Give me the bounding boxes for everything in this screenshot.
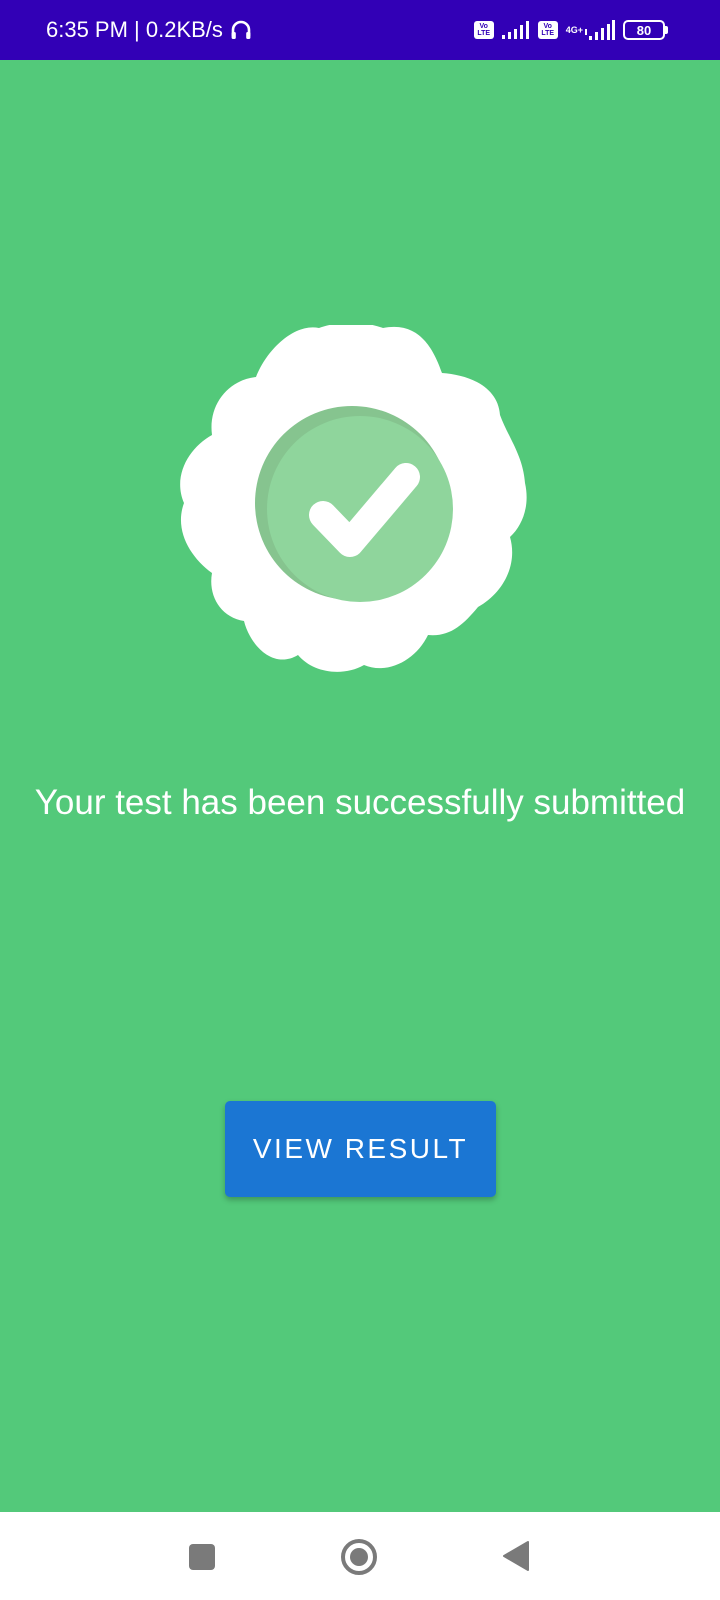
headphones-icon bbox=[231, 20, 251, 39]
status-right: Vo LTE Vo LTE 4G+ 80 bbox=[473, 20, 668, 40]
navigation-bar bbox=[0, 1512, 720, 1600]
verified-check-badge-icon bbox=[180, 325, 527, 672]
back-icon[interactable] bbox=[502, 1540, 530, 1572]
volte-top-text: Vo bbox=[543, 23, 552, 30]
battery-level: 80 bbox=[623, 20, 665, 40]
signal-icon bbox=[501, 21, 529, 39]
badge-circle bbox=[267, 416, 453, 602]
recent-apps-icon[interactable] bbox=[189, 1544, 215, 1570]
volte-bottom-text: LTE bbox=[477, 30, 491, 37]
success-screen: Your test has been successfully submitte… bbox=[0, 60, 720, 1512]
volte-icon: Vo LTE bbox=[473, 21, 494, 39]
volte-bottom-text: LTE bbox=[541, 30, 555, 37]
signal-icon bbox=[585, 20, 615, 40]
status-left: 6:35 PM | 0.2KB/s bbox=[46, 17, 253, 43]
network-type: 4G+ bbox=[565, 25, 583, 35]
success-message: Your test has been successfully submitte… bbox=[34, 783, 686, 822]
volte-icon: Vo LTE bbox=[537, 21, 558, 39]
battery-icon: 80 bbox=[623, 20, 668, 40]
view-result-button[interactable]: VIEW RESULT bbox=[225, 1101, 496, 1197]
status-bar: 6:35 PM | 0.2KB/s Vo LTE Vo LTE 4G+ 80 bbox=[0, 0, 720, 60]
volte-top-text: Vo bbox=[479, 23, 488, 30]
home-icon[interactable] bbox=[339, 1537, 379, 1577]
status-time: 6:35 PM | 0.2KB/s bbox=[46, 17, 223, 42]
battery-tip bbox=[665, 26, 668, 34]
